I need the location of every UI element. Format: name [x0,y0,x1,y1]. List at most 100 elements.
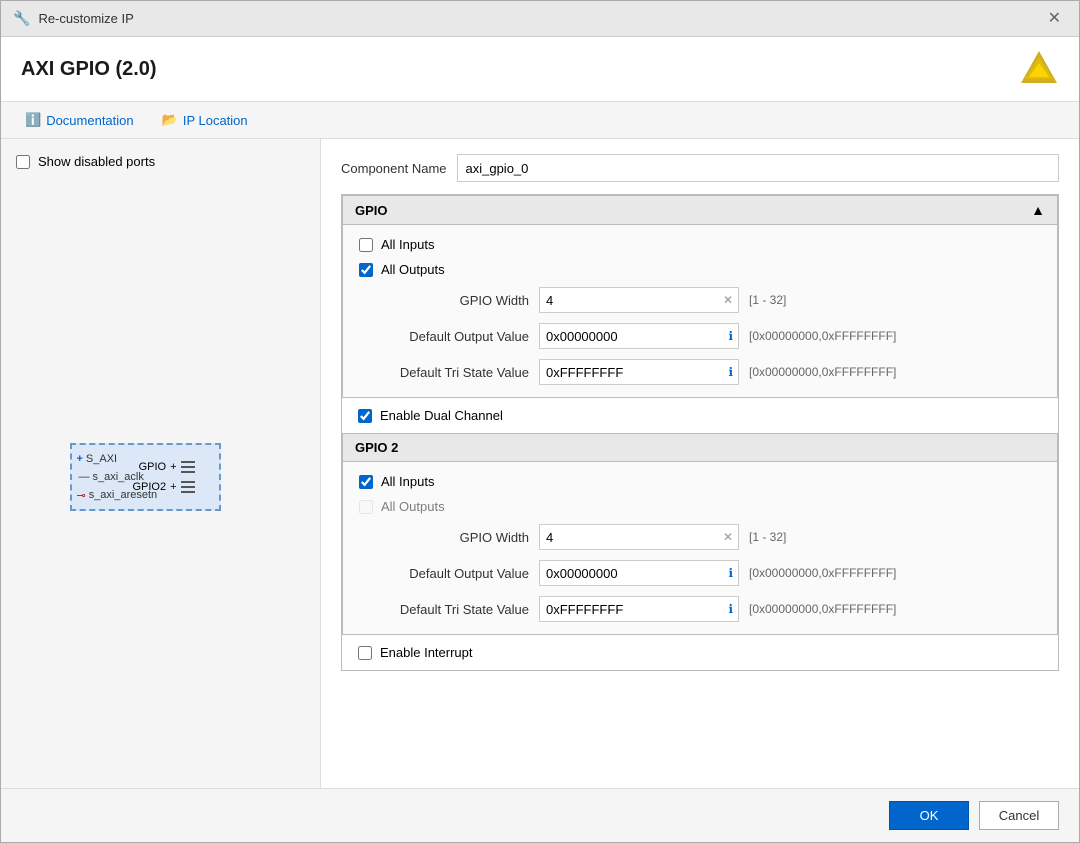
gpio-default-output-info-icon[interactable]: ℹ [728,329,733,343]
logo-icon [1019,49,1059,89]
gpio-default-output-row: Default Output Value ℹ [0x00000000,0xFFF… [359,323,1041,349]
gpio-all-outputs-checkbox[interactable] [359,263,373,277]
show-disabled-row: Show disabled ports [16,154,305,169]
ip-location-label: IP Location [183,113,248,128]
gpio-plus-icon: + [170,461,176,473]
cancel-button[interactable]: Cancel [979,801,1059,830]
main-content: Show disabled ports + S_AXI [1,139,1079,788]
app-title: AXI GPIO (2.0) [21,58,157,81]
gpio2-default-tristate-row: Default Tri State Value ℹ [0x00000000,0x… [359,596,1041,622]
gpio2-default-output-range: [0x00000000,0xFFFFFFFF] [749,566,896,580]
title-bar: 🔧 Re-customize IP ✕ [1,1,1079,37]
gpio-section-title: GPIO [355,203,388,218]
enable-interrupt-row: Enable Interrupt [342,635,1058,670]
component-name-label: Component Name [341,161,447,176]
gpio2-default-tristate-label: Default Tri State Value [359,602,529,617]
gpio-default-output-range: [0x00000000,0xFFFFFFFF] [749,329,896,343]
gpio-section: GPIO ▲ All Inputs All Outputs [342,195,1058,398]
gpio-all-outputs-label: All Outputs [381,262,445,277]
s-axi-aresetn-label: s_axi_aresetn [89,489,158,501]
gpio2-width-range: [1 - 32] [749,530,786,544]
s-axi-port-row: + S_AXI [76,453,157,465]
gpio2-all-outputs-label: All Outputs [381,499,445,514]
gpio2-bus [181,481,195,493]
gpio2-width-row: GPIO Width ✕ [1 - 32] [359,524,1041,550]
gpio-section-content: All Inputs All Outputs GPIO Width [343,225,1057,397]
minus-icon-aclk: — [78,471,89,483]
component-name-input[interactable] [457,154,1060,182]
s-axi-aclk-row: — s_axi_aclk [76,471,157,483]
doc-icon: ℹ️ [25,112,41,128]
show-disabled-ports-label: Show disabled ports [38,154,155,169]
gpio-width-input-wrapper: ✕ [539,287,739,313]
gpio-default-output-input[interactable] [539,323,739,349]
gpio-collapse-icon[interactable]: ▲ [1031,202,1045,218]
gpio2-width-input[interactable] [539,524,739,550]
s-axi-aresetn-row: ⊸ s_axi_aresetn [76,489,157,502]
location-icon: 📂 [162,112,178,128]
gpio-section-header: GPIO ▲ [343,196,1057,225]
gpio2-width-label: GPIO Width [359,530,529,545]
gpio2-default-output-wrapper: ℹ [539,560,739,586]
gpio-default-output-label: Default Output Value [359,329,529,344]
enable-dual-channel-checkbox[interactable] [358,409,372,423]
gpio-all-inputs-checkbox[interactable] [359,238,373,252]
gpio2-all-outputs-row: All Outputs [359,499,1041,514]
enable-dual-channel-row: Enable Dual Channel [342,398,1058,433]
plus-icon-saxi: + [76,453,82,465]
documentation-button[interactable]: ℹ️ Documentation [21,110,138,130]
minus-icon-aresetn: ⊸ [76,489,85,502]
gpio-bus [181,461,195,473]
gpio-default-tristate-wrapper: ℹ [539,359,739,385]
toolbar: ℹ️ Documentation 📂 IP Location [1,102,1079,139]
gpio2-default-output-input[interactable] [539,560,739,586]
ok-button[interactable]: OK [889,801,969,830]
gpio2-all-inputs-row: All Inputs [359,474,1041,489]
close-button[interactable]: ✕ [1042,9,1067,29]
gpio-default-output-wrapper: ℹ [539,323,739,349]
gpio2-default-output-info-icon[interactable]: ℹ [728,566,733,580]
gpio2-all-outputs-checkbox [359,500,373,514]
gpio2-default-tristate-wrapper: ℹ [539,596,739,622]
component-diagram: + S_AXI — s_axi_aclk ⊸ s_axi_aresetn [16,181,305,773]
s-axi-label: S_AXI [86,453,117,465]
ip-location-button[interactable]: 📂 IP Location [158,110,252,130]
gpio2-all-inputs-label: All Inputs [381,474,434,489]
show-disabled-ports-checkbox[interactable] [16,155,30,169]
enable-dual-channel-label: Enable Dual Channel [380,408,503,423]
gpio-default-tristate-range: [0x00000000,0xFFFFFFFF] [749,365,896,379]
gpio2-width-clear-icon[interactable]: ✕ [723,530,733,544]
gpio-width-row: GPIO Width ✕ [1 - 32] [359,287,1041,313]
gpio-all-inputs-row: All Inputs [359,237,1041,252]
enable-interrupt-checkbox[interactable] [358,646,372,660]
gpio-tristate-info-icon[interactable]: ℹ [728,365,733,379]
header-section: AXI GPIO (2.0) [1,37,1079,102]
gpio2-all-inputs-checkbox[interactable] [359,475,373,489]
left-panel: Show disabled ports + S_AXI [1,139,321,788]
config-scroll-area[interactable]: GPIO ▲ All Inputs All Outputs [341,194,1059,671]
gpio2-section-header: GPIO 2 [343,434,1057,462]
component-name-row: Component Name [341,154,1059,182]
gpio2-tristate-info-icon[interactable]: ℹ [728,602,733,616]
gpio2-section-title: GPIO 2 [355,440,398,455]
gpio-default-tristate-input[interactable] [539,359,739,385]
documentation-label: Documentation [46,113,133,128]
enable-interrupt-label: Enable Interrupt [380,645,473,660]
footer: OK Cancel [1,788,1079,842]
dialog: 🔧 Re-customize IP ✕ AXI GPIO (2.0) ℹ️ Do… [0,0,1080,843]
gpio2-width-input-wrapper: ✕ [539,524,739,550]
gpio2-plus-icon: + [170,481,176,493]
gpio2-default-tristate-input[interactable] [539,596,739,622]
gpio-all-inputs-label: All Inputs [381,237,434,252]
title-bar-left: 🔧 Re-customize IP [13,10,134,27]
gpio-all-outputs-row: All Outputs [359,262,1041,277]
dialog-icon: 🔧 [13,10,30,27]
gpio-width-label: GPIO Width [359,293,529,308]
gpio-width-input[interactable] [539,287,739,313]
s-axi-aclk-label: s_axi_aclk [92,471,143,483]
gpio-default-tristate-row: Default Tri State Value ℹ [0x00000000,0x… [359,359,1041,385]
gpio2-section-content: All Inputs All Outputs GPIO Width [343,462,1057,634]
gpio-width-clear-icon[interactable]: ✕ [723,293,733,307]
dialog-title: Re-customize IP [38,11,133,26]
gpio-width-range: [1 - 32] [749,293,786,307]
